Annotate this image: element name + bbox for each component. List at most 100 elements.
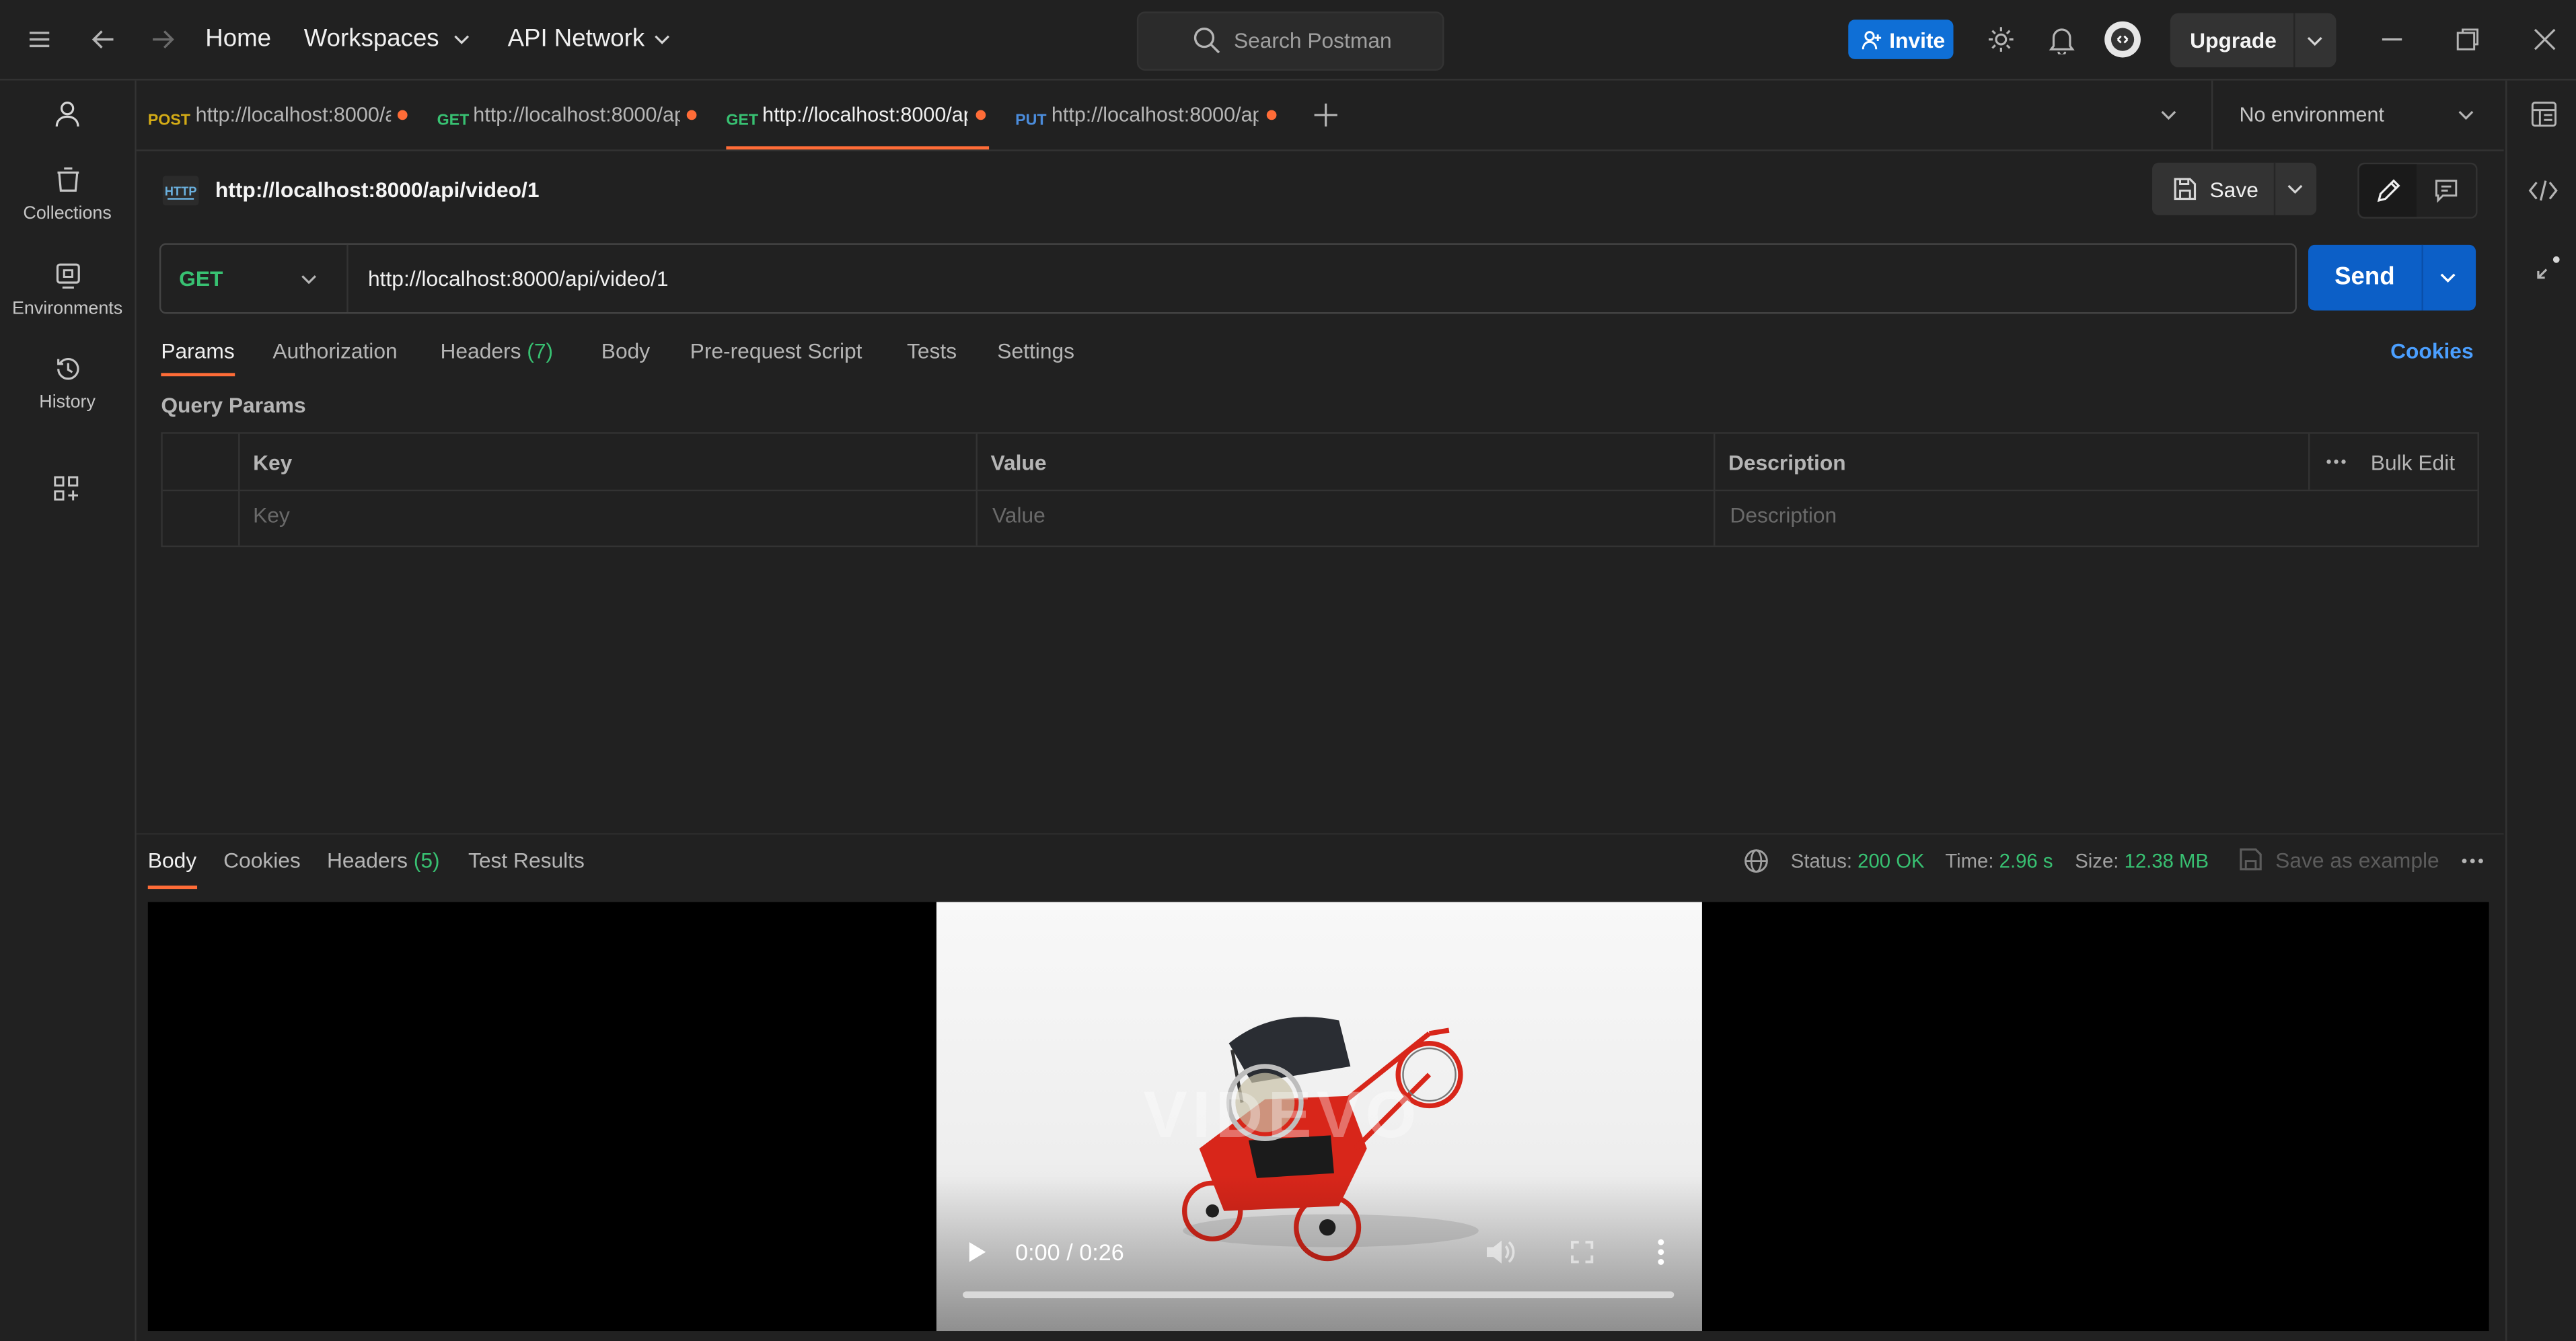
tab-method: PUT: [1015, 107, 1053, 130]
key-input[interactable]: Key: [253, 503, 290, 528]
status-label: Status:: [1790, 849, 1853, 873]
save-button-group: Save: [2152, 162, 2317, 215]
save-disk-icon: [2172, 176, 2198, 202]
method-label: GET: [437, 112, 470, 130]
environment-quick-look-icon[interactable]: [2530, 100, 2559, 129]
request-tab[interactable]: PUT http://localhost:8000/ap: [1015, 81, 1282, 150]
send-button[interactable]: Send: [2308, 245, 2421, 311]
sidebar-item-collections[interactable]: Collections: [0, 166, 135, 223]
method-select[interactable]: GET: [161, 244, 348, 312]
response-tab-headers-label: Headers: [326, 848, 408, 873]
response-tab-cookies[interactable]: Cookies: [223, 848, 301, 873]
comments-button[interactable]: [2419, 164, 2476, 217]
api-network-label: API Network: [507, 24, 645, 53]
tab-headers[interactable]: Headers (7): [440, 338, 553, 363]
cookies-link[interactable]: Cookies: [2390, 338, 2474, 363]
unsaved-dot: [686, 110, 697, 120]
postman-window: Home Workspaces API Network Search Postm…: [0, 0, 2576, 1341]
chevron-down-icon: [652, 30, 671, 49]
http-badge-icon: HTTP: [161, 171, 200, 211]
chevron-down-icon[interactable]: [2438, 268, 2458, 287]
status-readout[interactable]: Status: 200 OK: [1791, 850, 1925, 873]
more-vertical-icon[interactable]: [1650, 1237, 1672, 1267]
divider: [238, 433, 240, 546]
right-sidebar: [2505, 80, 2576, 1341]
unsaved-dot: [397, 110, 408, 120]
close-icon[interactable]: [2532, 26, 2558, 52]
url-input[interactable]: http://localhost:8000/api/video/1: [368, 266, 669, 291]
apps-add-icon[interactable]: [52, 475, 81, 503]
chevron-down-icon[interactable]: [2285, 179, 2305, 198]
fullscreen-icon[interactable]: [1569, 1239, 1595, 1265]
api-network-menu[interactable]: API Network: [507, 24, 670, 53]
globe-icon[interactable]: [1743, 848, 1769, 874]
http-badge-text: HTTP: [165, 184, 197, 198]
tab-headers-label: Headers: [440, 338, 521, 363]
video-progress-track[interactable]: [963, 1291, 1675, 1299]
code-icon[interactable]: [2528, 178, 2558, 204]
sidebar-item-environments[interactable]: Environments: [0, 261, 135, 319]
watermark: VIDEVO: [1143, 1079, 1422, 1152]
response-tab-body[interactable]: Body: [147, 848, 197, 890]
request-tab[interactable]: GET http://localhost:8000/ap: [437, 81, 700, 150]
response-tab-test-results[interactable]: Test Results: [468, 848, 585, 873]
time-readout[interactable]: Time: 2.96 s: [1945, 850, 2053, 873]
pane-divider[interactable]: [136, 833, 2504, 835]
bulk-edit-button[interactable]: Bulk Edit: [2371, 450, 2455, 475]
upgrade-button[interactable]: Upgrade: [2190, 28, 2277, 53]
user-icon[interactable]: [52, 99, 82, 129]
tabs-overflow-chevron-icon[interactable]: [2159, 105, 2178, 124]
method-value: GET: [179, 266, 223, 291]
volume-icon[interactable]: [1483, 1237, 1516, 1267]
request-title[interactable]: http://localhost:8000/api/video/1: [215, 178, 540, 203]
play-icon[interactable]: [966, 1239, 989, 1265]
chevron-down-icon[interactable]: [2305, 31, 2324, 50]
environments-icon: [0, 261, 135, 289]
upgrade-button-group: Upgrade: [2170, 13, 2336, 68]
tab-body[interactable]: Body: [601, 338, 650, 363]
workspaces-menu[interactable]: Workspaces: [303, 24, 470, 53]
minimize-icon[interactable]: [2379, 26, 2405, 52]
environment-selector[interactable]: No environment: [2213, 81, 2503, 150]
sidebar-item-history[interactable]: History: [0, 355, 135, 412]
save-disk-icon: [2238, 846, 2264, 873]
search-bar[interactable]: Search Postman: [1136, 11, 1444, 71]
settings-gear-icon[interactable]: [1986, 25, 2016, 55]
description-input[interactable]: Description: [1730, 503, 1837, 528]
response-tab-headers[interactable]: Headers (5): [327, 848, 440, 873]
related-collections-icon[interactable]: [2534, 253, 2563, 283]
back-arrow-icon[interactable]: [90, 26, 116, 52]
workspaces-label: Workspaces: [303, 24, 439, 53]
tab-prerequest-script[interactable]: Pre-request Script: [690, 338, 862, 363]
avatar[interactable]: [2103, 20, 2143, 59]
value-input[interactable]: Value: [992, 503, 1045, 528]
tab-url: http://localhost:8000/ap: [1051, 103, 1259, 127]
sidebar-item-label: Collections: [23, 203, 112, 224]
more-options-icon[interactable]: [2324, 450, 2347, 473]
chevron-down-icon: [452, 30, 472, 49]
video-player[interactable]: VIDEVO 0:00 / 0:26: [936, 902, 1702, 1332]
edit-pencil-button[interactable]: [2359, 164, 2417, 217]
more-options-icon[interactable]: [2460, 851, 2486, 871]
menu-icon[interactable]: [26, 26, 52, 52]
size-readout[interactable]: Size: 12.38 MB: [2075, 850, 2209, 873]
home-link[interactable]: Home: [205, 25, 271, 53]
forward-arrow-icon[interactable]: [149, 26, 176, 52]
save-as-example-button[interactable]: Save as example: [2275, 848, 2439, 873]
divider: [976, 433, 978, 546]
request-tabs-bar: POST http://localhost:8000/a GET http://…: [136, 80, 2504, 151]
request-tab-active[interactable]: GET http://localhost:8000/ap: [726, 81, 990, 150]
comment-icon: [2433, 178, 2460, 204]
tab-tests[interactable]: Tests: [907, 338, 957, 363]
tab-settings[interactable]: Settings: [997, 338, 1074, 363]
restore-icon[interactable]: [2454, 26, 2480, 52]
save-button[interactable]: Save: [2152, 163, 2274, 215]
request-tab[interactable]: POST http://localhost:8000/a: [148, 81, 420, 150]
collections-icon: [0, 166, 135, 194]
invite-button[interactable]: Invite: [1848, 20, 1954, 59]
tab-params[interactable]: Params: [161, 338, 235, 377]
column-header-value: Value: [990, 450, 1047, 475]
tab-authorization[interactable]: Authorization: [272, 338, 397, 363]
new-tab-plus-icon[interactable]: [1313, 102, 1339, 128]
bell-icon[interactable]: [2049, 25, 2075, 55]
